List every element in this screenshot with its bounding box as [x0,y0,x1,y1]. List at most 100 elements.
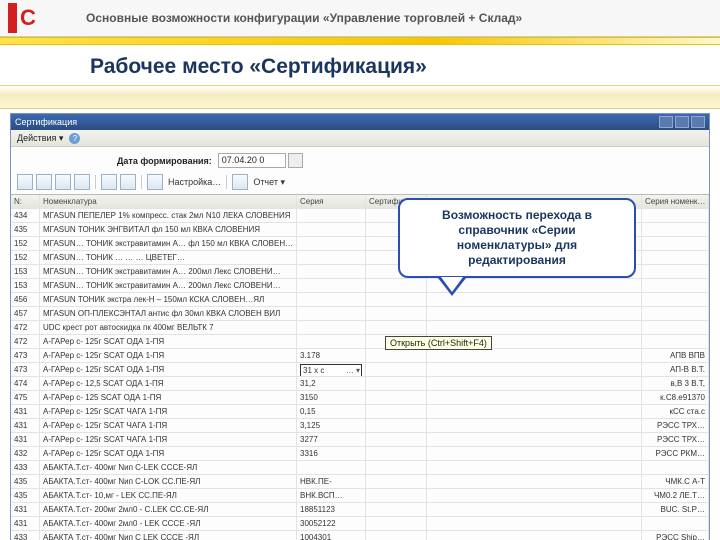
table-row[interactable]: 457МГАSUN ОП-ПЛЕКСЭНТАЛ антис фл 30мл КВ… [11,307,709,321]
table-row[interactable]: 432А-ГАРер с- 125г SCАТ ОДА 1-ПЯ3316РЭСС… [11,447,709,461]
cell-series[interactable]: 3.178 [297,349,366,362]
table-row[interactable]: 472А-ГАРер с- 125г SCАТ ОДА 1-ПЯ [11,335,709,349]
cell-series[interactable] [297,307,366,320]
cell-name: АБАКТА.Т.ст- 400мг Nип С-LEK СССЕ-ЯЛ [40,461,297,474]
cell-series[interactable]: 18851123 [297,503,366,516]
cell-series[interactable] [297,209,366,222]
cell-series[interactable]: 31,2 [297,377,366,390]
date-input[interactable]: 07.04.20 0 [218,153,286,168]
cell-series-doc [642,279,709,292]
cell-num: 472 [11,335,40,348]
table-row[interactable]: 473А-ГАРер с- 125г SCАТ ОДА 1-ПЯ3.178АПВ… [11,349,709,363]
cell-name: А-ГАРер с- 125г SCАТ ОДА 1-ПЯ [40,363,297,376]
date-label: Дата формирования: [117,156,212,166]
col-series[interactable]: Серия [297,195,366,208]
table-row[interactable]: 431АБАКТА.Т.ст- 400мг 2мл0 - LEK СССЕ -Я… [11,517,709,531]
toolbar-icon-2[interactable] [36,174,52,190]
cell-num: 431 [11,503,40,516]
cell-name: А-ГАРер с- 125г SCАТ ОДА 1-ПЯ [40,335,297,348]
cell-cert [366,321,427,334]
cell-series[interactable] [297,293,366,306]
toolbar-icon-6[interactable] [120,174,136,190]
settings-icon[interactable] [147,174,163,190]
cell-series[interactable]: 31 х с… ▾ [297,363,366,376]
cell-series[interactable]: 3316 [297,447,366,460]
cell-name: АБАКТА.Т.ст- 200мг 2мл0 - C.LEK СС.СЕ-ЯЛ [40,503,297,516]
cell-series[interactable] [297,335,366,348]
cell-name: АБАКТА.Т.ст- 400мг 2мл0 - LEK СССЕ -ЯЛ [40,517,297,530]
table-row[interactable]: 472UDC крест рот автоскидка пк 400мг ВЕЛ… [11,321,709,335]
report-label[interactable]: Отчет ▾ [253,177,285,188]
report-icon[interactable] [232,174,248,190]
cell-series[interactable] [297,251,366,264]
cell-series[interactable]: 3150 [297,391,366,404]
cell-name: АБАКТА.Т.ст- 400мг Nип С-LOK СС.ПЕ-ЯЛ [40,475,297,488]
table-row[interactable]: 475А-ГАРер с- 125 SCАТ ОДА 1-ПЯ3150к.С8.… [11,391,709,405]
maximize-icon[interactable] [675,116,689,128]
cell-series[interactable] [297,223,366,236]
cell-name: МГАSUN… ТОНИК экстравитамин А… 200мл Лек… [40,279,297,292]
cell-series[interactable]: НВК.ПЕ- [297,475,366,488]
table-row[interactable]: 431А-ГАРер с- 125г SCАТ ЧАГА 1-ПЯ3277РЭС… [11,433,709,447]
cell-series[interactable]: 0,15 [297,405,366,418]
cell-series[interactable]: ВНК.ВСП… [297,489,366,502]
cell-name: А-ГАРер с- 125г SCАТ ЧАГА 1-ПЯ [40,405,297,418]
settings-label[interactable]: Настройка… [168,177,221,187]
cell-series-doc [642,335,709,348]
cell-series-doc [642,461,709,474]
window-title: Сертификация [15,117,77,127]
table-row[interactable]: 435АБАКТА.Т.ст- 10,мг - LEK СС.ПЕ-ЯЛВНК.… [11,489,709,503]
accent-bar [0,85,720,109]
table-row[interactable]: 473А-ГАРер с- 125г SCАТ ОДА 1-ПЯ31 х с… … [11,363,709,377]
minimize-icon[interactable] [659,116,673,128]
cell-series-doc: ЧМ0.2 ЛЕ.Т… [642,489,709,502]
toolbar-icon-5[interactable] [101,174,117,190]
toolbar-icon-1[interactable] [17,174,33,190]
cell-series[interactable] [297,461,366,474]
help-icon[interactable]: ? [69,133,80,144]
cell-series[interactable] [297,265,366,278]
table-row[interactable]: 431А-ГАРер с- 125г SCАТ ЧАГА 1-ПЯ0,15кСС… [11,405,709,419]
cell-cert [366,503,427,516]
cell-cert [366,433,427,446]
date-field-row: Дата формирования: 07.04.20 0 [11,147,709,172]
cell-series[interactable]: 3,125 [297,419,366,432]
cell-series[interactable]: 3277 [297,433,366,446]
cell-name: А-ГАРер с- 125г SCАТ ЧАГА 1-ПЯ [40,419,297,432]
table-row[interactable]: 435АБАКТА.Т.ст- 400мг Nип С-LOK СС.ПЕ-ЯЛ… [11,475,709,489]
cell-series-doc [642,265,709,278]
logo-1c: С [8,3,48,33]
calendar-icon[interactable] [288,153,303,168]
cell-name: МГАSUN… ТОНИК экстравитамин А… фл 150 мл… [40,237,297,250]
menu-actions[interactable]: Действия ▾ [17,133,63,144]
table-row[interactable]: 474А-ГАРер с- 12,5 SCАТ ОДА 1-ПЯ31,2в,В … [11,377,709,391]
cell-num: 456 [11,293,40,306]
cell-name: А-ГАРер с- 125 SCАТ ОДА 1-ПЯ [40,391,297,404]
table-row[interactable]: 433АБАКТА.Т.ст- 400мг Nип С-LEK СССЕ-ЯЛ [11,461,709,475]
cell-num: 473 [11,363,40,376]
callout-tail-icon [438,278,466,296]
toolbar-icon-4[interactable] [74,174,90,190]
cell-cert [366,475,427,488]
col-name[interactable]: Номенклатура [40,195,297,208]
table-row[interactable]: 433АБАКТА Т.ст- 400мг Nип С LEK СССЕ -ЯЛ… [11,531,709,540]
col-num[interactable]: N: [11,195,40,208]
cell-cert [366,349,427,362]
table-row[interactable]: 431АБАКТА.Т.ст- 200мг 2мл0 - C.LEK СС.СЕ… [11,503,709,517]
app-window: Сертификация Действия ▾ ? Дата формирова… [10,113,710,540]
cell-series[interactable] [297,321,366,334]
col-series-doc[interactable]: Серия номенк… [642,195,709,208]
cell-series[interactable] [297,279,366,292]
toolbar-icon-3[interactable] [55,174,71,190]
cell-name: АБАКТА.Т.ст- 10,мг - LEK СС.ПЕ-ЯЛ [40,489,297,502]
table-row[interactable]: 431А-ГАРер с- 125г SCАТ ЧАГА 1-ПЯ3,125РЭ… [11,419,709,433]
cell-num: 432 [11,447,40,460]
cell-series[interactable]: 30052122 [297,517,366,530]
cell-series-doc [642,307,709,320]
cell-series[interactable] [297,237,366,250]
yellow-band [0,37,720,45]
cell-num: 153 [11,279,40,292]
cell-cert [366,531,427,540]
close-icon[interactable] [691,116,705,128]
cell-series[interactable]: 1004301 [297,531,366,540]
